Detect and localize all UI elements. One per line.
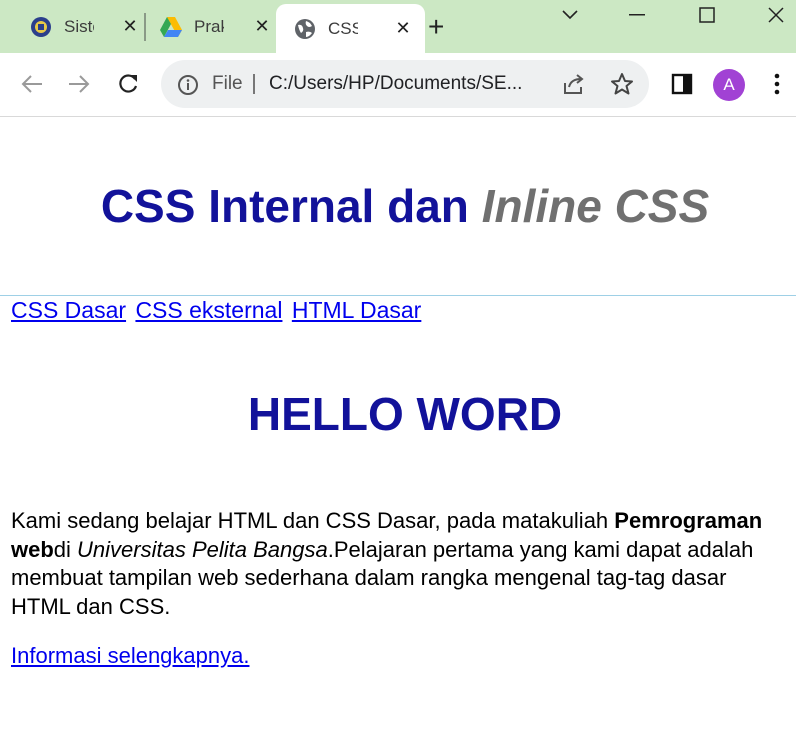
tab-title: CSS Internal dan Inline CSS — [328, 18, 358, 38]
bookmark-star-icon[interactable] — [610, 72, 634, 101]
hello-heading: HELLO WORD — [247, 388, 563, 440]
link-html-dasar[interactable]: HTML Dasar — [292, 297, 422, 323]
page-content: CSS Internal dan Inline CSS CSS Dasar CS… — [0, 117, 796, 738]
university-logo-icon — [30, 16, 52, 38]
tab-active[interactable]: CSS Internal dan Inline CSS ✕ — [276, 4, 425, 53]
reload-icon[interactable] — [113, 69, 143, 99]
globe-icon — [294, 18, 316, 40]
minimize-icon[interactable] — [607, 0, 667, 30]
close-icon[interactable]: ✕ — [250, 16, 274, 37]
paragraph-text: di — [53, 536, 78, 562]
tab-title: Praktikum — [194, 16, 224, 36]
address-bar[interactable]: File C:/Users/HP/Documents/SE... — [161, 60, 649, 108]
tab-separator — [144, 13, 146, 41]
more-info-link[interactable]: Informasi selengkapnya. — [11, 643, 249, 669]
share-icon[interactable] — [562, 73, 586, 100]
close-icon[interactable]: ✕ — [391, 18, 415, 39]
window-close-icon[interactable] — [746, 0, 796, 30]
profile-avatar[interactable]: A — [713, 69, 745, 101]
title-italic-text: Inline CSS — [481, 180, 710, 232]
side-panel-icon[interactable] — [667, 69, 697, 99]
tab-strip: Sistem ✕ Praktikum ✕ CSS Internal dan In… — [0, 0, 796, 53]
horizontal-rule — [0, 295, 796, 296]
tab-praktikum[interactable]: Praktikum ✕ — [150, 6, 284, 47]
menu-kebab-icon[interactable] — [762, 69, 792, 99]
tab-search-chevron-icon[interactable] — [540, 0, 600, 30]
address-divider — [253, 74, 255, 94]
paragraph-italic: Universitas Pelita Bangsa — [77, 536, 328, 562]
tab-title: Sistem — [64, 16, 94, 36]
maximize-icon[interactable] — [677, 0, 737, 30]
link-css-dasar[interactable]: CSS Dasar — [11, 297, 126, 323]
back-arrow-icon[interactable] — [17, 69, 47, 99]
close-icon[interactable]: ✕ — [118, 16, 142, 37]
link-css-eksternal[interactable]: CSS eksternal — [135, 297, 282, 323]
paragraph-text: Kami sedang belajar HTML dan CSS Dasar, … — [11, 508, 615, 533]
forward-arrow-icon[interactable] — [64, 69, 94, 99]
url-text[interactable]: C:/Users/HP/Documents/SE... — [269, 73, 522, 95]
title-text: CSS Internal dan — [100, 180, 482, 232]
nav-links: CSS Dasar CSS eksternal HTML Dasar — [11, 297, 424, 324]
tab-sistem[interactable]: Sistem ✕ — [20, 6, 152, 47]
page-title: CSS Internal dan Inline CSS — [0, 179, 796, 233]
intro-paragraph: Kami sedang belajar HTML dan CSS Dasar, … — [11, 507, 791, 621]
new-tab-plus-icon[interactable]: + — [428, 13, 444, 41]
browser-toolbar: File C:/Users/HP/Documents/SE... A — [0, 53, 796, 117]
info-icon[interactable] — [177, 74, 199, 101]
google-drive-icon — [160, 16, 182, 38]
scheme-label: File — [212, 73, 243, 94]
